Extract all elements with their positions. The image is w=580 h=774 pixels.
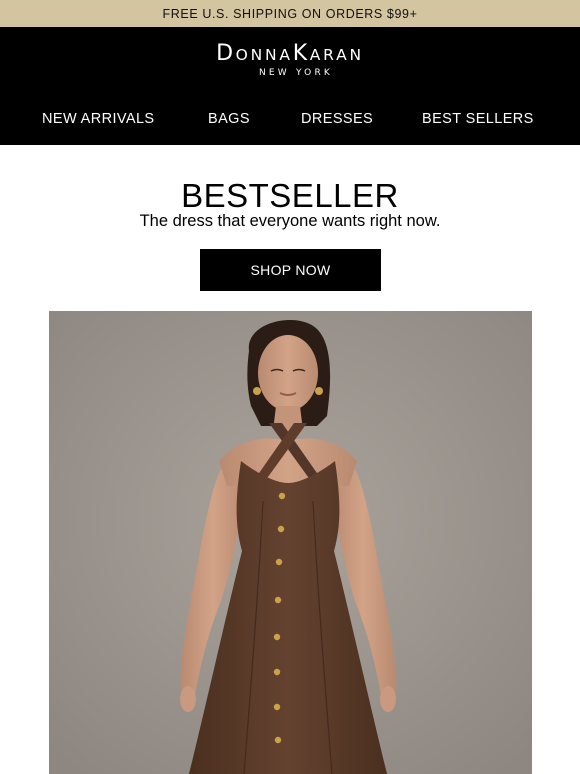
brand-name: DONNAKARAN (216, 41, 364, 66)
brand-tagline: NEW YORK (258, 68, 334, 78)
page-headline: BESTSELLER (181, 177, 399, 214)
promo-banner[interactable]: FREE U.S. SHIPPING ON ORDERS $99+ (0, 0, 580, 27)
shop-now-label: SHOP NOW (250, 262, 331, 278)
promo-text: FREE U.S. SHIPPING ON ORDERS $99+ (162, 6, 418, 21)
shop-now-button[interactable]: SHOP NOW (200, 249, 381, 291)
nav-new-arrivals[interactable]: NEW ARRIVALS (42, 111, 155, 127)
main-nav: NEW ARRIVALS BAGS DRESSES BEST SELLERS (0, 111, 580, 131)
model-in-dress-illustration (49, 311, 532, 774)
brand-logo[interactable]: DONNAKARAN NEW YORK (0, 41, 580, 79)
nav-bags[interactable]: BAGS (208, 111, 250, 127)
hero-product-image[interactable] (49, 311, 532, 774)
nav-dresses[interactable]: DRESSES (301, 111, 373, 127)
page-subheadline: The dress that everyone wants right now. (139, 212, 441, 230)
site-header: DONNAKARAN NEW YORK NEW ARRIVALS BAGS DR… (0, 27, 580, 145)
nav-best-sellers[interactable]: BEST SELLERS (422, 111, 534, 127)
